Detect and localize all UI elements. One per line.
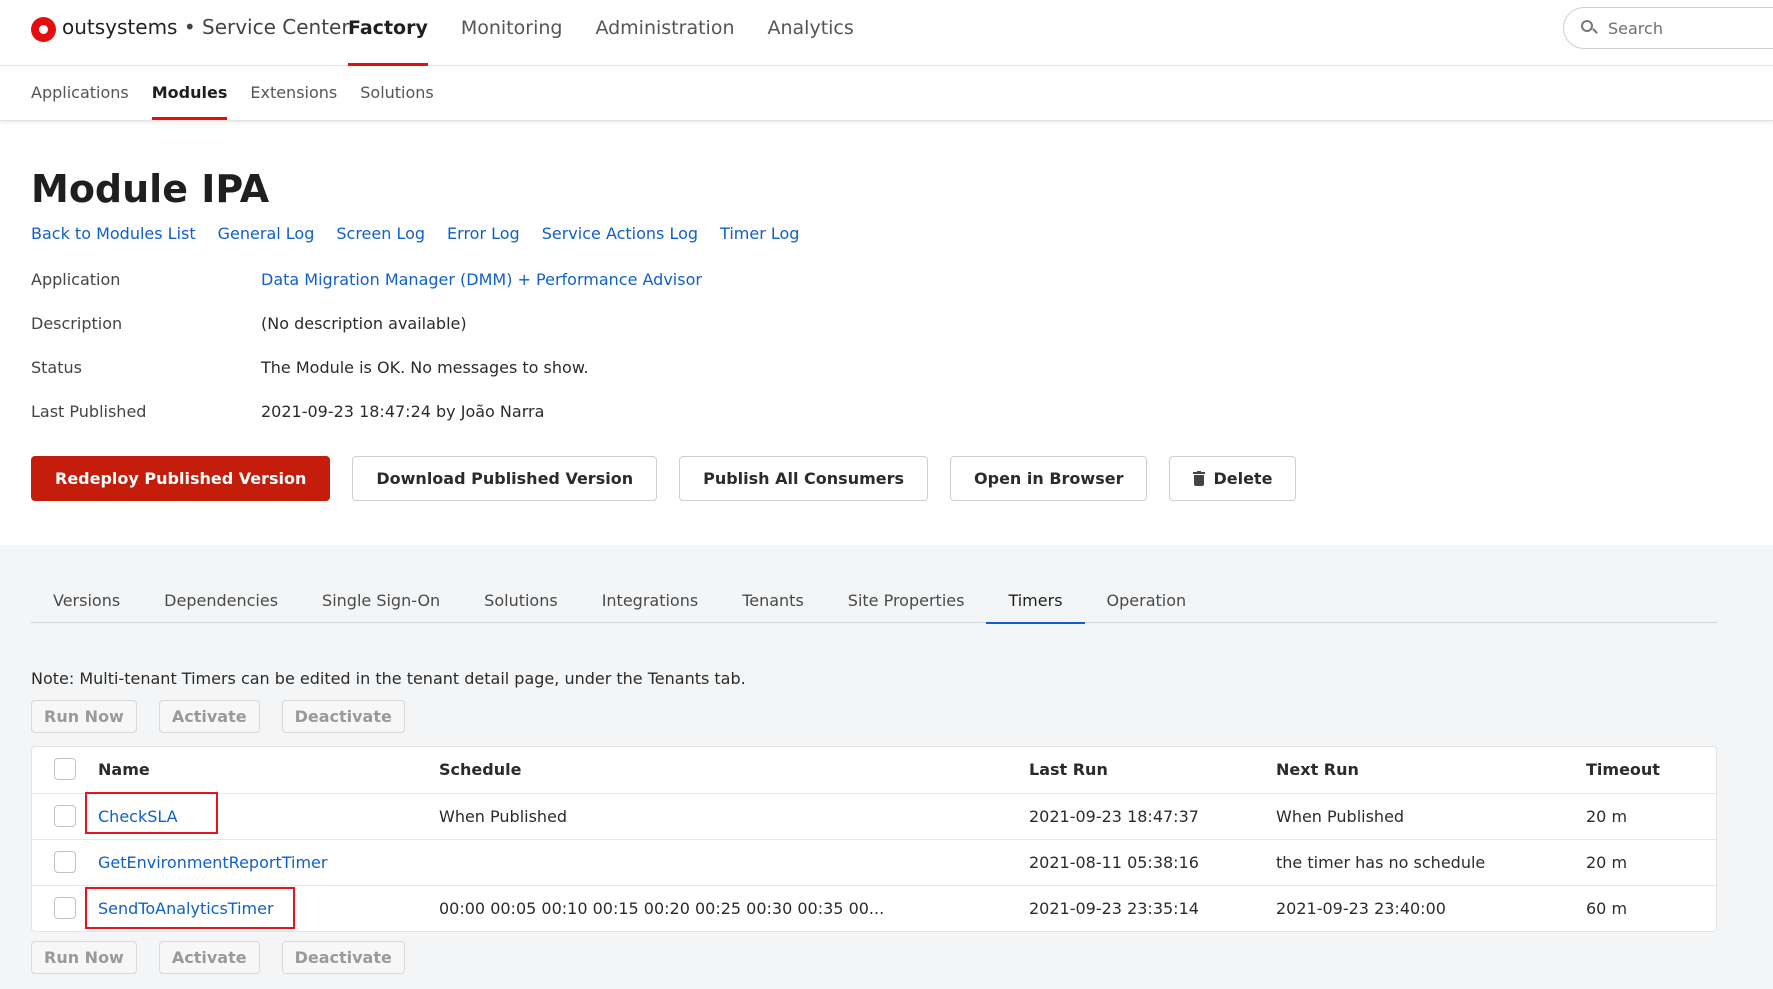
main-nav: Factory Monitoring Administration Analyt… [348, 0, 887, 66]
general-log-link[interactable]: General Log [218, 224, 315, 243]
module-links: Back to Modules List General Log Screen … [31, 224, 821, 243]
info-row-description: Description (No description available) [31, 311, 931, 355]
last-published-label: Last Published [31, 402, 147, 421]
timer-next-run: the timer has no schedule [1276, 853, 1486, 872]
select-all-checkbox[interactable] [54, 758, 76, 780]
application-label: Application [31, 270, 121, 289]
info-row-status: Status The Module is OK. No messages to … [31, 355, 931, 399]
deactivate-button[interactable]: Deactivate [281, 700, 405, 733]
nav-analytics[interactable]: Analytics [767, 0, 853, 66]
status-label: Status [31, 358, 82, 377]
column-header-last-run[interactable]: Last Run [1029, 747, 1108, 793]
last-published-value: 2021-09-23 18:47:24 by João Narra [261, 402, 545, 421]
module-tabs: Versions Dependencies Single Sign-On Sol… [31, 575, 1717, 624]
error-log-link[interactable]: Error Log [447, 224, 520, 243]
publish-all-consumers-button[interactable]: Publish All Consumers [679, 456, 929, 501]
nav-monitoring[interactable]: Monitoring [461, 0, 563, 66]
nav-administration[interactable]: Administration [595, 0, 734, 66]
service-actions-log-link[interactable]: Service Actions Log [542, 224, 698, 243]
tab-dependencies[interactable]: Dependencies [142, 575, 300, 623]
timer-actions-top: Run Now Activate Deactivate [31, 700, 427, 733]
module-info: Application Data Migration Manager (DMM)… [31, 267, 931, 443]
activate-button[interactable]: Activate [158, 941, 260, 974]
status-value: The Module is OK. No messages to show. [261, 358, 589, 377]
table-row: GetEnvironmentReportTimer 2021-08-11 05:… [32, 839, 1716, 885]
timer-last-run: 2021-08-11 05:38:16 [1029, 853, 1199, 872]
application-link[interactable]: Data Migration Manager (DMM) + Performan… [261, 270, 702, 289]
timer-timeout: 20 m [1586, 853, 1628, 872]
outsystems-logo-icon[interactable] [31, 17, 56, 42]
table-header-row: Name Schedule Last Run Next Run Timeout [32, 747, 1716, 793]
download-published-button[interactable]: Download Published Version [352, 456, 658, 501]
subnav-applications[interactable]: Applications [31, 66, 129, 120]
brand-name: outsystems [62, 15, 178, 39]
timer-next-run: 2021-09-23 23:40:00 [1276, 899, 1446, 918]
timers-table: Name Schedule Last Run Next Run Timeout … [31, 746, 1717, 932]
timer-schedule: When Published [439, 807, 568, 826]
deactivate-button[interactable]: Deactivate [281, 941, 405, 974]
timer-name-link[interactable]: GetEnvironmentReportTimer [98, 840, 327, 886]
module-actions: Redeploy Published Version Download Publ… [31, 456, 1318, 501]
product-name: Service Center [202, 15, 350, 39]
tab-site-properties[interactable]: Site Properties [826, 575, 987, 623]
timers-note: Note: Multi-tenant Timers can be edited … [31, 669, 746, 688]
info-row-application: Application Data Migration Manager (DMM)… [31, 267, 931, 311]
brand[interactable]: outsystems • Service Center [62, 15, 350, 39]
search-input[interactable] [1608, 16, 1773, 40]
row-checkbox[interactable] [54, 851, 76, 873]
tab-timers[interactable]: Timers [986, 575, 1085, 624]
activate-button[interactable]: Activate [158, 700, 260, 733]
column-header-schedule[interactable]: Schedule [439, 747, 521, 793]
subnav-extensions[interactable]: Extensions [250, 66, 337, 120]
tab-tenants[interactable]: Tenants [720, 575, 826, 623]
redeploy-button[interactable]: Redeploy Published Version [31, 456, 331, 501]
search-icon [1581, 20, 1598, 36]
column-header-timeout[interactable]: Timeout [1586, 747, 1660, 793]
timer-actions-bottom: Run Now Activate Deactivate [31, 941, 427, 974]
timer-last-run: 2021-09-23 23:35:14 [1029, 899, 1199, 918]
tab-integrations[interactable]: Integrations [580, 575, 721, 623]
timer-schedule: 00:00 00:05 00:10 00:15 00:20 00:25 00:3… [439, 899, 885, 918]
delete-button[interactable]: Delete [1169, 456, 1297, 501]
tab-operation[interactable]: Operation [1085, 575, 1209, 623]
trash-icon [1193, 471, 1206, 486]
run-now-button[interactable]: Run Now [31, 700, 137, 733]
timer-last-run: 2021-09-23 18:47:37 [1029, 807, 1199, 826]
subnav-modules[interactable]: Modules [151, 66, 227, 120]
timer-timeout: 20 m [1586, 807, 1628, 826]
nav-factory[interactable]: Factory [348, 0, 428, 66]
open-in-browser-button[interactable]: Open in Browser [950, 456, 1148, 501]
column-header-next-run[interactable]: Next Run [1276, 747, 1359, 793]
timer-log-link[interactable]: Timer Log [720, 224, 799, 243]
tab-solutions[interactable]: Solutions [462, 575, 580, 623]
run-now-button[interactable]: Run Now [31, 941, 137, 974]
timer-next-run: When Published [1276, 807, 1405, 826]
row-checkbox[interactable] [54, 805, 76, 827]
tab-versions[interactable]: Versions [31, 575, 142, 623]
description-label: Description [31, 314, 123, 333]
delete-label: Delete [1213, 469, 1273, 488]
table-row: SendToAnalyticsTimer 00:00 00:05 00:10 0… [32, 885, 1716, 931]
description-value: (No description available) [261, 314, 467, 333]
timer-name-link[interactable]: CheckSLA [98, 794, 178, 840]
page-title: Module IPA [31, 167, 270, 211]
top-header: outsystems • Service Center Factory Moni… [0, 0, 1773, 66]
info-row-last-published: Last Published 2021-09-23 18:47:24 by Jo… [31, 399, 931, 443]
subnav-solutions[interactable]: Solutions [360, 66, 434, 120]
timer-timeout: 60 m [1586, 899, 1628, 918]
search-box[interactable] [1563, 7, 1773, 49]
brand-separator: • [183, 15, 196, 39]
timer-name-link[interactable]: SendToAnalyticsTimer [98, 886, 274, 932]
back-to-modules-link[interactable]: Back to Modules List [31, 224, 196, 243]
tab-single-sign-on[interactable]: Single Sign-On [300, 575, 462, 623]
table-row: CheckSLA When Published 2021-09-23 18:47… [32, 793, 1716, 839]
sub-nav: Applications Modules Extensions Solution… [0, 66, 1773, 121]
screen-log-link[interactable]: Screen Log [336, 224, 425, 243]
column-header-name[interactable]: Name [98, 747, 150, 793]
row-checkbox[interactable] [54, 897, 76, 919]
